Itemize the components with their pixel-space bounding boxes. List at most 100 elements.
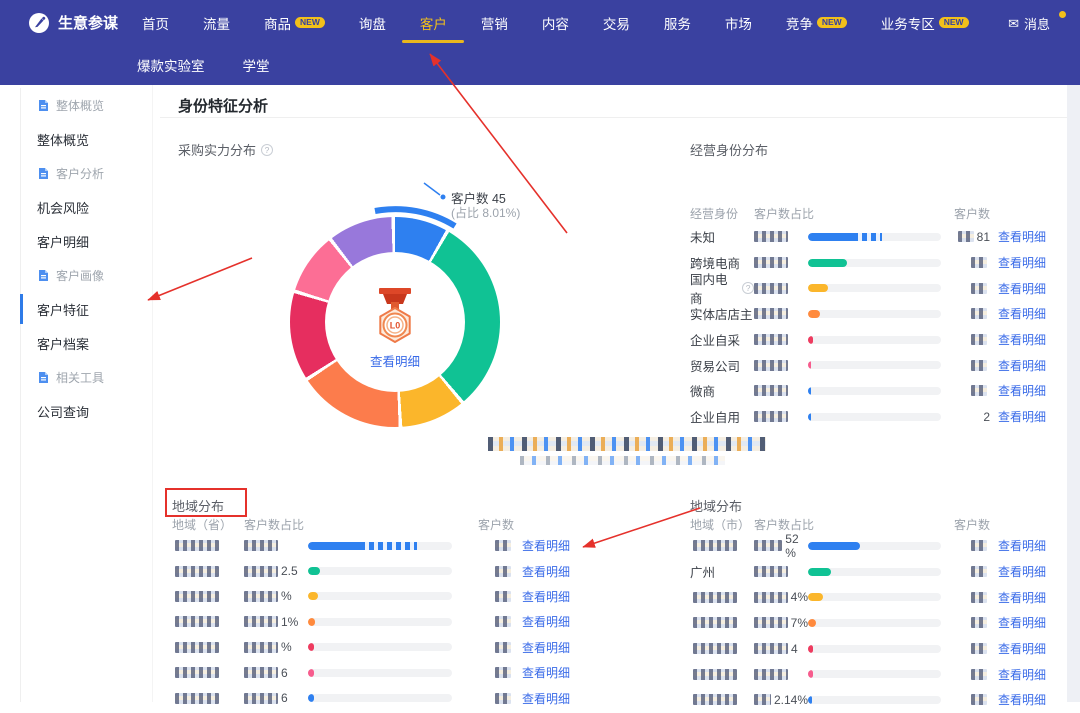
censored-name — [693, 592, 737, 603]
view-detail-link[interactable]: 查看明细 — [516, 690, 570, 707]
censored-name — [693, 540, 737, 551]
messages-button[interactable]: ✉ 消息 — [1008, 14, 1050, 33]
nav-item[interactable]: 商品 NEW — [264, 13, 325, 33]
nav-item[interactable]: 市场 — [725, 13, 752, 33]
view-detail-link[interactable]: 查看明细 — [992, 280, 1046, 297]
table-row: 7% 查看明细 — [690, 610, 1056, 636]
nav-item[interactable]: 交易 — [603, 13, 630, 33]
sidebar-item-label: 客户画像 — [56, 267, 104, 284]
level-badge-icon: L0 — [374, 288, 416, 346]
sidebar-item[interactable]: 客户分析 — [21, 156, 152, 190]
censored-count — [971, 385, 987, 396]
nav-item[interactable]: 业务专区 NEW — [881, 13, 969, 33]
sidebar-item-label: 公司查询 — [37, 402, 89, 421]
view-detail-link[interactable]: 查看明细 — [992, 254, 1046, 271]
view-detail-link[interactable]: 查看明细 — [516, 639, 570, 656]
view-detail-link[interactable]: 查看明细 — [992, 228, 1046, 245]
view-detail-link[interactable]: 查看明细 — [992, 408, 1046, 425]
censored-percent — [754, 669, 788, 680]
censored-donut-legend-line2 — [520, 456, 725, 465]
table-header: 地域（市） 客户数占比 客户数 — [690, 515, 1056, 533]
sidebar-item[interactable]: 整体概览 — [21, 88, 152, 122]
navbar-row-secondary: 爆款实验室 学堂 — [0, 45, 1080, 85]
bar-fill — [808, 593, 823, 601]
view-detail-link[interactable]: 查看明细 — [992, 666, 1046, 683]
sidebar-item-label: 客户档案 — [37, 334, 89, 353]
row-percent: % — [281, 589, 292, 603]
row-name: 微商 — [690, 381, 715, 400]
app-logo-icon — [28, 12, 50, 34]
censored-name — [175, 642, 219, 653]
nav-item[interactable]: 客户 — [420, 13, 447, 33]
view-detail-link[interactable]: 查看明细 — [992, 305, 1046, 322]
view-detail-link[interactable]: 查看明细 — [992, 357, 1046, 374]
view-detail-link[interactable]: 查看明细 — [992, 640, 1046, 657]
table-row: 贸易公司 查看明细 — [690, 352, 1056, 378]
view-detail-link[interactable]: 查看明细 — [992, 589, 1046, 606]
donut-view-detail-link[interactable]: 查看明细 — [358, 351, 432, 370]
nav-item[interactable]: 服务 — [664, 13, 691, 33]
censored-percent — [754, 385, 788, 396]
row-name: 企业自采 — [690, 330, 740, 349]
nav-item[interactable]: 竞争 NEW — [786, 13, 847, 33]
view-detail-link[interactable]: 查看明细 — [992, 614, 1046, 631]
censored-name — [693, 643, 737, 654]
nav-item-label: 营销 — [481, 13, 508, 33]
document-icon — [37, 99, 50, 112]
bar-fill — [808, 259, 847, 267]
subnav-item[interactable]: 学堂 — [243, 55, 270, 75]
nav-item[interactable]: 流量 — [203, 13, 230, 33]
purchase-power-title-text: 采购实力分布 — [178, 140, 256, 159]
bar-track — [308, 694, 452, 702]
censored-name — [693, 694, 737, 705]
bar-track — [808, 696, 941, 704]
view-detail-link[interactable]: 查看明细 — [516, 588, 570, 605]
view-detail-link[interactable]: 查看明细 — [992, 691, 1046, 708]
row-percent: 2.14% — [774, 693, 808, 707]
view-detail-link[interactable]: 查看明细 — [516, 563, 570, 580]
sidebar-item[interactable]: 客户特征 — [21, 292, 152, 326]
censored-count — [971, 360, 987, 371]
censored-percent — [754, 411, 788, 422]
sidebar-item[interactable]: 公司查询 — [21, 394, 152, 428]
sidebar-item-label: 客户明细 — [37, 232, 89, 251]
annotation-arrow-to-view-detail — [583, 508, 700, 547]
view-detail-link[interactable]: 查看明细 — [992, 331, 1046, 348]
view-detail-link[interactable]: 查看明细 — [516, 613, 570, 630]
table-row: 52 % 查看明细 — [690, 533, 1056, 559]
sidebar-item[interactable]: 客户画像 — [21, 258, 152, 292]
censored-name — [175, 566, 219, 577]
view-detail-link[interactable]: 查看明细 — [992, 382, 1046, 399]
sidebar-item[interactable]: 相关工具 — [21, 360, 152, 394]
nav-item-label: 客户 — [420, 13, 447, 33]
row-percent: 6 — [281, 666, 288, 680]
table-row: 国内电商 查看明细 — [690, 275, 1056, 301]
table-row: 企业自用 2 查看明细 — [690, 404, 1056, 430]
nav-item-label: 商品 — [264, 13, 291, 33]
bar-track — [308, 567, 452, 575]
sidebar-item[interactable]: 客户档案 — [21, 326, 152, 360]
region-province-title: 地域分布 — [172, 496, 224, 515]
nav-item[interactable]: 询盘 — [359, 13, 386, 33]
sidebar-item[interactable]: 整体概览 — [21, 122, 152, 156]
help-icon[interactable] — [742, 282, 754, 294]
bar-fill — [308, 694, 314, 702]
nav-item[interactable]: 首页 — [142, 13, 169, 33]
sidebar-item[interactable]: 机会风险 — [21, 190, 152, 224]
table-row: 4% 查看明细 — [690, 584, 1056, 610]
sidebar-item[interactable]: 客户明细 — [21, 224, 152, 258]
view-detail-link[interactable]: 查看明细 — [992, 537, 1046, 554]
view-detail-link[interactable]: 查看明细 — [516, 537, 570, 554]
nav-item[interactable]: 营销 — [481, 13, 508, 33]
subnav-item[interactable]: 爆款实验室 — [137, 55, 205, 75]
bar-fill — [308, 643, 314, 651]
brand[interactable]: 生意参谋 — [28, 12, 118, 34]
view-detail-link[interactable]: 查看明细 — [516, 664, 570, 681]
view-detail-link[interactable]: 查看明细 — [992, 563, 1046, 580]
bar-track — [808, 310, 941, 318]
new-badge: NEW — [939, 17, 969, 29]
help-icon[interactable] — [261, 144, 273, 156]
nav-item[interactable]: 内容 — [542, 13, 569, 33]
sidebar-item-label: 整体概览 — [37, 130, 89, 149]
censored-count — [495, 591, 511, 602]
